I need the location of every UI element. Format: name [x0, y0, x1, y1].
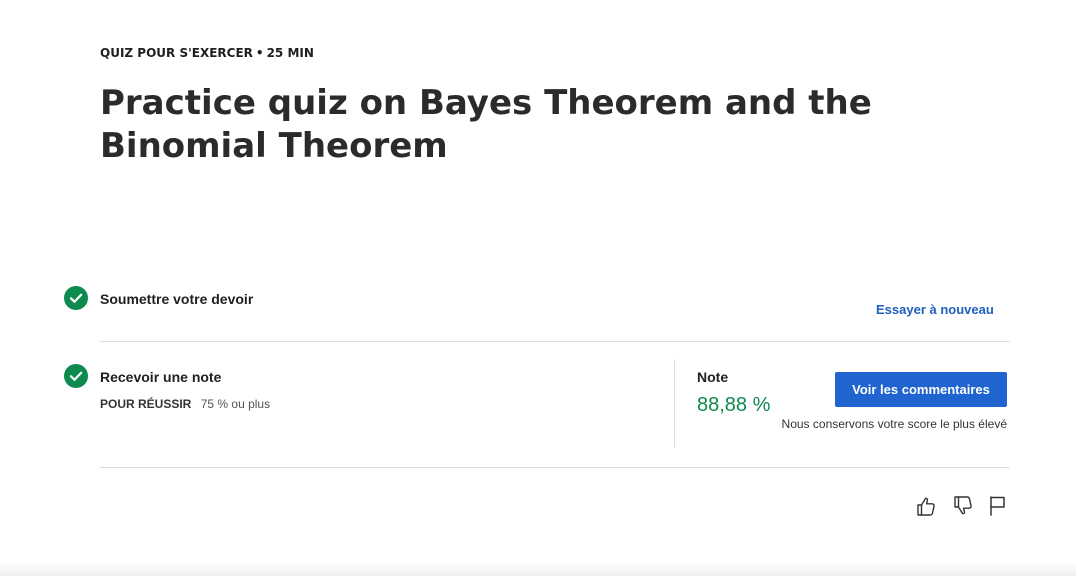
thumbs-up-icon[interactable] — [914, 494, 938, 518]
view-feedback-button[interactable]: Voir les commentaires — [835, 372, 1007, 407]
quiz-duration: 25 MIN — [266, 46, 314, 60]
step-grade-label: Recevoir une note — [100, 369, 222, 385]
check-circle-icon — [64, 286, 88, 310]
grade-label: Note — [697, 369, 729, 385]
pass-requirement: POUR RÉUSSIR 75 % ou plus — [100, 397, 270, 411]
vertical-divider — [674, 359, 675, 448]
thumbs-down-icon[interactable] — [951, 494, 975, 518]
check-circle-icon — [64, 364, 88, 388]
quiz-category: QUIZ POUR S'EXERCER — [100, 46, 253, 60]
divider — [100, 341, 1010, 342]
bottom-shadow — [0, 562, 1076, 576]
meta-separator: • — [255, 46, 264, 60]
highest-score-note: Nous conservons votre score le plus élev… — [781, 417, 1007, 431]
divider — [100, 467, 1010, 468]
pass-label: POUR RÉUSSIR — [100, 397, 192, 411]
page-title: Practice quiz on Bayes Theorem and the B… — [100, 83, 872, 166]
retry-link[interactable]: Essayer à nouveau — [876, 302, 994, 317]
quiz-meta: QUIZ POUR S'EXERCER • 25 MIN — [100, 46, 314, 60]
flag-icon[interactable] — [986, 494, 1010, 518]
grade-value: 88,88 % — [697, 394, 771, 416]
step-submit-label: Soumettre votre devoir — [100, 291, 254, 307]
pass-value: 75 % ou plus — [200, 397, 271, 411]
